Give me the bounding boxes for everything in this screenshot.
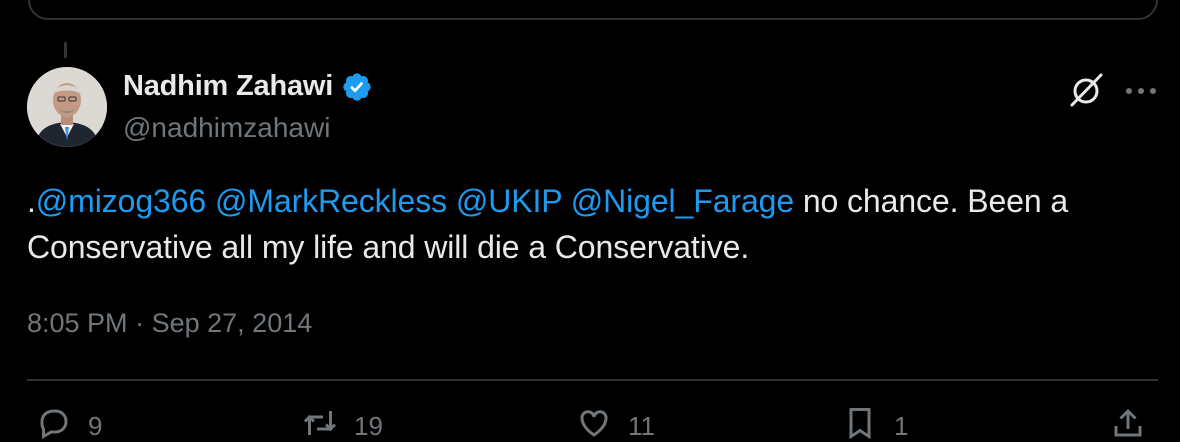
mention-link[interactable]: @MarkReckless — [215, 183, 447, 219]
like-count: 11 — [628, 411, 655, 441]
grok-icon[interactable] — [1066, 70, 1106, 110]
share-icon — [1114, 408, 1142, 437]
avatar[interactable] — [27, 67, 107, 147]
retweet-count: 19 — [354, 411, 383, 441]
tweet-text: .@mizog366 @MarkReckless @UKIP @Nigel_Fa… — [27, 178, 1147, 270]
previous-tweet-card[interactable] — [28, 0, 1158, 20]
tweet-time[interactable]: 8:05 PM — [27, 308, 128, 338]
more-icon[interactable] — [1124, 84, 1158, 96]
reply-count: 9 — [88, 411, 103, 441]
meta-separator: · — [135, 308, 145, 338]
author-name-row[interactable]: Nadhim Zahawi — [123, 70, 373, 103]
like-icon — [580, 410, 608, 437]
mention-link[interactable]: @Nigel_Farage — [571, 183, 794, 219]
reply-icon — [40, 409, 68, 440]
tweet-timestamp[interactable]: 8:05 PM · Sep 27, 2014 — [27, 308, 312, 339]
verified-badge-icon — [341, 71, 373, 103]
divider — [27, 379, 1158, 381]
bookmark-button[interactable]: 1 — [842, 405, 908, 441]
thread-connector-line — [64, 42, 67, 58]
like-button[interactable]: 11 — [576, 405, 655, 441]
reply-button[interactable]: 9 — [36, 405, 102, 441]
bookmark-count: 1 — [894, 411, 909, 441]
mention-link[interactable]: @UKIP — [456, 183, 562, 219]
retweet-icon — [303, 411, 337, 435]
bookmark-icon — [849, 408, 871, 440]
author-handle[interactable]: @nadhimzahawi — [123, 112, 330, 144]
author-display-name[interactable]: Nadhim Zahawi — [123, 70, 333, 103]
share-button[interactable] — [1110, 405, 1146, 437]
retweet-button[interactable]: 19 — [302, 405, 383, 441]
tweet-lead: . — [27, 183, 36, 219]
mention-link[interactable]: @mizog366 — [36, 183, 206, 219]
tweet-date[interactable]: Sep 27, 2014 — [152, 308, 313, 338]
